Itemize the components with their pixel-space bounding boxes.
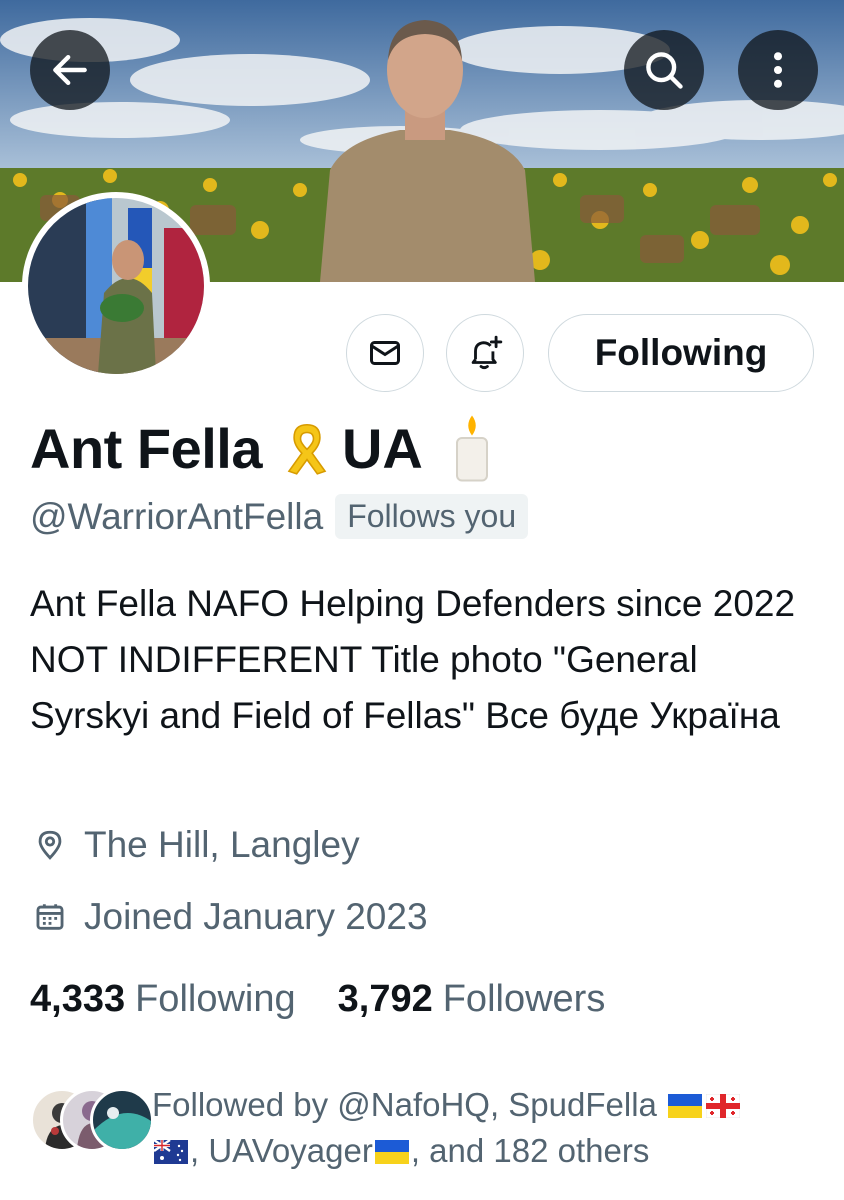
following-button[interactable]: Following bbox=[548, 314, 814, 392]
followed-by-avatars bbox=[30, 1088, 154, 1152]
profile-avatar[interactable] bbox=[22, 192, 210, 380]
profile-handle: @WarriorAntFella bbox=[30, 495, 324, 537]
candle-icon bbox=[455, 415, 488, 482]
followed-by-suffix: , and 182 others bbox=[410, 1132, 650, 1169]
more-vertical-icon bbox=[773, 52, 783, 88]
avatar-image bbox=[28, 198, 204, 374]
followers-stat[interactable]: 3,792 Followers bbox=[338, 978, 606, 1021]
following-label: Following bbox=[135, 978, 296, 1020]
notifications-button[interactable] bbox=[446, 314, 524, 392]
follows-you-badge: Follows you bbox=[335, 494, 529, 539]
back-button[interactable] bbox=[30, 30, 110, 110]
joined-text: Joined January 2023 bbox=[84, 896, 428, 937]
calendar-icon bbox=[30, 897, 70, 937]
followed-by-prefix: Followed by @NafoHQ, SpudFella bbox=[152, 1086, 657, 1123]
display-name: Ant Fella bbox=[30, 416, 262, 480]
bell-plus-icon bbox=[471, 335, 503, 370]
followers-count: 3,792 bbox=[337, 978, 433, 1020]
australia-flag-icon bbox=[154, 1140, 188, 1164]
ukraine-flag-icon bbox=[668, 1094, 703, 1118]
followed-by-text: Followed by @NafoHQ, SpudFella , UAVoyag… bbox=[152, 1082, 832, 1174]
envelope-icon bbox=[370, 341, 400, 365]
followers-label: Followers bbox=[442, 978, 606, 1020]
location-pin-icon bbox=[30, 825, 70, 865]
joined-row: Joined January 2023 bbox=[30, 896, 428, 938]
search-button[interactable] bbox=[624, 30, 704, 110]
profile-bio: Ant Fella NAFO Helping Defenders since 2… bbox=[30, 583, 796, 736]
display-name-row: Ant Fella UA bbox=[30, 412, 497, 484]
more-options-button[interactable] bbox=[738, 30, 818, 110]
yellow-ribbon-icon bbox=[287, 423, 327, 475]
handle-row: @WarriorAntFella Follows you bbox=[30, 494, 529, 539]
followed-by-middle: , UAVoyager bbox=[190, 1132, 373, 1169]
georgia-flag-icon bbox=[706, 1094, 741, 1118]
follow-stats: 4,333 Following 3,792 Followers bbox=[30, 978, 605, 1021]
following-count: 4,333 bbox=[30, 978, 126, 1020]
location-row: The Hill, Langley bbox=[30, 824, 360, 866]
following-stat[interactable]: 4,333 Following bbox=[30, 978, 296, 1021]
ukraine-flag-icon bbox=[374, 1140, 409, 1164]
follower-avatar bbox=[90, 1088, 154, 1152]
arrow-left-icon bbox=[53, 54, 87, 86]
message-button[interactable] bbox=[346, 314, 424, 392]
location-text: The Hill, Langley bbox=[84, 824, 360, 865]
search-icon bbox=[646, 52, 683, 89]
display-name-suffix: UA bbox=[341, 416, 423, 480]
